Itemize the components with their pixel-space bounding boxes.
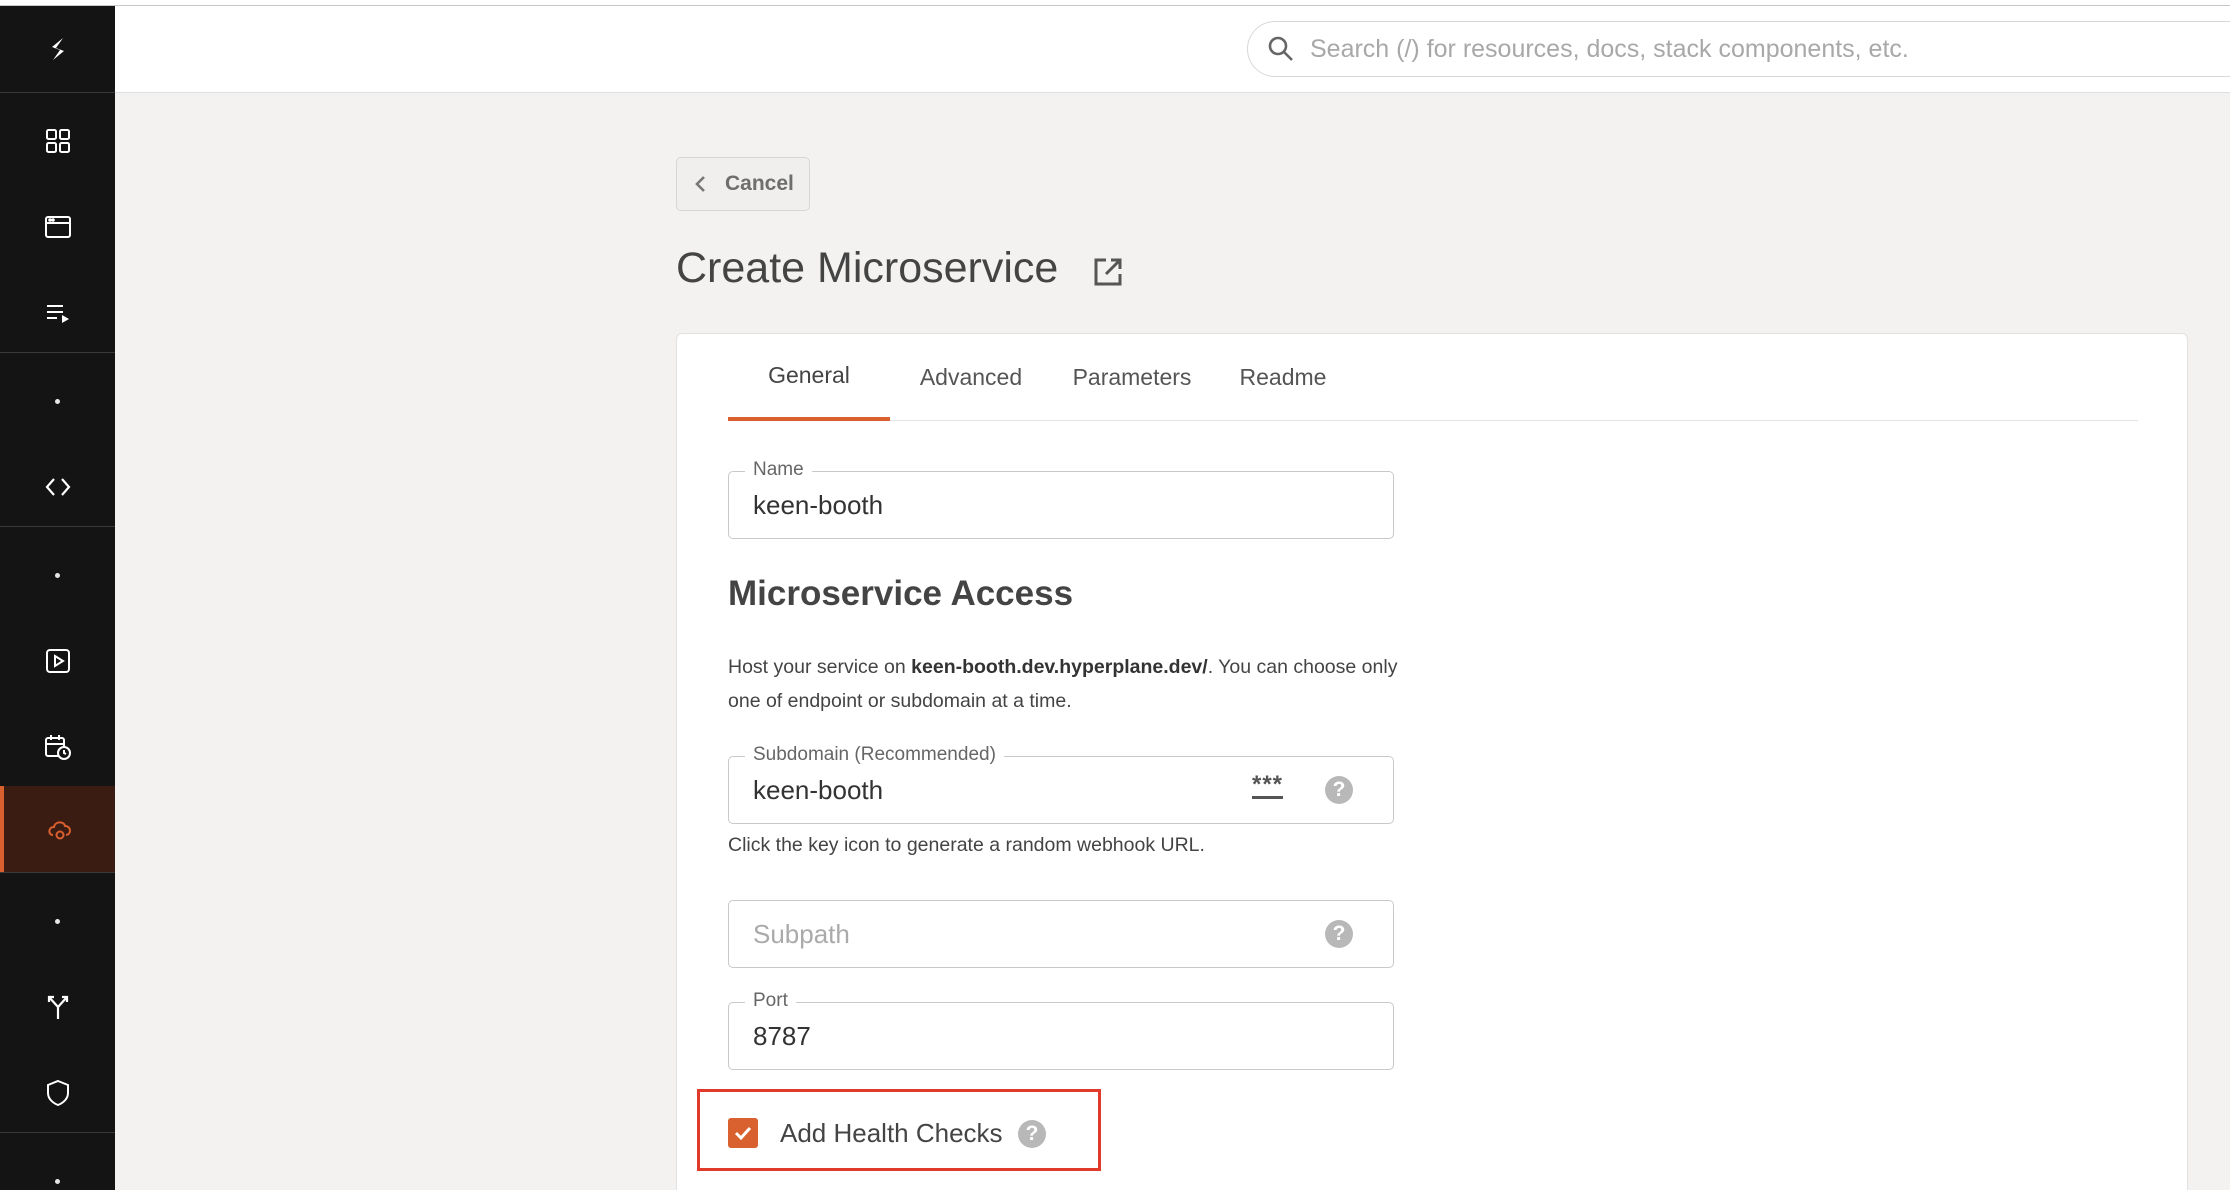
playlist-icon[interactable]	[0, 270, 115, 356]
sidebar	[0, 6, 115, 1190]
chevron-left-icon	[695, 176, 705, 192]
code-icon[interactable]	[0, 444, 115, 530]
checkmark-icon	[734, 1126, 752, 1141]
tab-bar: General Advanced Parameters Readme	[728, 334, 2138, 421]
sidebar-dot	[0, 532, 115, 618]
health-checks-label[interactable]: Add Health Checks	[780, 1118, 1003, 1149]
sidebar-dot	[0, 878, 115, 964]
search-input[interactable]	[1310, 34, 2210, 64]
sidebar-divider	[0, 872, 115, 873]
external-link-icon[interactable]	[1090, 254, 1126, 290]
sidebar-dot	[0, 358, 115, 444]
sidebar-divider	[0, 1132, 115, 1133]
tab-readme[interactable]: Readme	[1212, 334, 1354, 421]
search-icon	[1268, 36, 1293, 61]
logo-icon[interactable]	[0, 6, 115, 92]
browser-window-icon[interactable]	[0, 184, 115, 270]
help-icon[interactable]: ?	[1018, 1120, 1046, 1148]
sidebar-divider	[0, 526, 115, 527]
port-field[interactable]: Port 8787	[728, 990, 1394, 1070]
name-field[interactable]: Name keen-booth	[728, 459, 1394, 539]
search-bar[interactable]	[1247, 21, 2230, 77]
subdomain-field[interactable]: Subdomain (Recommended) keen-booth *** ?	[728, 744, 1394, 824]
help-icon[interactable]: ?	[1325, 776, 1353, 804]
section-title: Microservice Access	[728, 574, 1074, 613]
subpath-placeholder: Subpath	[753, 918, 850, 949]
tab-advanced[interactable]: Advanced	[890, 334, 1052, 421]
host-address: keen-booth.dev.hyperplane.dev/	[911, 656, 1208, 678]
subpath-field[interactable]: Subpath ?	[728, 900, 1394, 968]
subdomain-field-value[interactable]: keen-booth	[753, 775, 883, 806]
help-icon[interactable]: ?	[1325, 920, 1353, 948]
sidebar-divider	[0, 352, 115, 353]
cancel-button[interactable]: Cancel	[676, 157, 810, 211]
access-description: Host your service on keen-booth.dev.hype…	[728, 650, 1428, 718]
tab-parameters[interactable]: Parameters	[1052, 334, 1212, 421]
shield-icon[interactable]	[0, 1050, 115, 1136]
sidebar-dot	[0, 1138, 115, 1190]
subdomain-field-label: Subdomain (Recommended)	[745, 744, 1004, 766]
sidebar-divider	[0, 92, 115, 93]
play-square-icon[interactable]	[0, 618, 115, 704]
cancel-label: Cancel	[725, 172, 794, 195]
calendar-clock-icon[interactable]	[0, 704, 115, 790]
desc-prefix: Host your service on	[728, 656, 912, 678]
page-title: Create Microservice	[676, 244, 1059, 292]
name-field-label: Name	[745, 459, 812, 481]
top-header	[115, 6, 2230, 93]
cloud-gear-icon[interactable]	[0, 786, 115, 872]
name-field-value[interactable]: keen-booth	[753, 490, 883, 521]
port-field-label: Port	[745, 990, 796, 1012]
health-checks-checkbox[interactable]	[728, 1118, 758, 1148]
tab-general[interactable]: General	[728, 334, 890, 421]
form-card: General Advanced Parameters Readme Name …	[676, 333, 2188, 1190]
key-icon[interactable]: ***	[1252, 773, 1284, 799]
subdomain-hint: Click the key icon to generate a random …	[728, 834, 1205, 856]
dashboard-grid-icon[interactable]	[0, 98, 115, 184]
port-field-value[interactable]: 8787	[753, 1021, 811, 1052]
fork-icon[interactable]	[0, 964, 115, 1050]
